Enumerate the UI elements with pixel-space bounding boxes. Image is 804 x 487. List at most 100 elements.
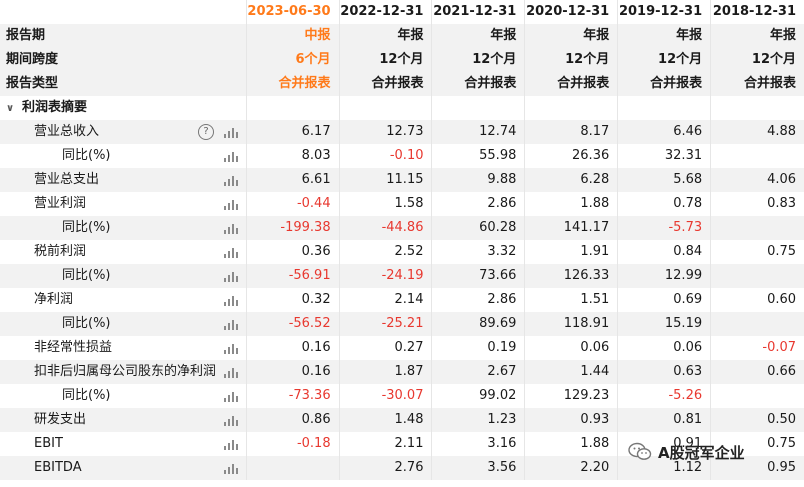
- value-cell: -73.36: [245, 384, 339, 408]
- section-label[interactable]: ∨ 利润表摘要: [0, 96, 246, 120]
- period-date[interactable]: 2023-06-30: [245, 0, 339, 24]
- value-cell: 12.74: [431, 120, 524, 144]
- row-label-text: 同比(%): [62, 148, 111, 163]
- header-value: 年报: [524, 24, 617, 48]
- period-date[interactable]: 2020-12-31: [524, 0, 617, 24]
- table-row: 同比(%) -56.52 -25.21 89.69 118.91 15.19: [0, 312, 804, 336]
- value-cell: 12.99: [617, 264, 710, 288]
- value-cell: 11.15: [338, 168, 432, 192]
- value-cell: 3.16: [431, 432, 524, 456]
- value-cell: -30.07: [338, 384, 432, 408]
- value-cell: 8.03: [245, 144, 339, 168]
- table-row: 营业总支出 6.61 11.15 9.88 6.28 5.68 4.06: [0, 168, 804, 192]
- value-cell: 99.02: [431, 384, 524, 408]
- value-cell: 0.50: [710, 408, 804, 432]
- chart-bars-icon[interactable]: [224, 295, 238, 306]
- value-cell: -24.19: [338, 264, 432, 288]
- header-value: 年报: [710, 24, 804, 48]
- header-corner: [0, 0, 246, 24]
- value-cell: [710, 216, 804, 240]
- value-cell: -56.52: [245, 312, 339, 336]
- section-row[interactable]: ∨ 利润表摘要: [0, 96, 804, 120]
- header-row: 报告类型 合并报表 合并报表 合并报表 合并报表 合并报表 合并报表: [0, 72, 804, 96]
- chart-bars-icon[interactable]: [224, 247, 238, 258]
- value-cell: 6.17: [245, 120, 339, 144]
- value-cell: 73.66: [431, 264, 524, 288]
- header-value: 合并报表: [617, 72, 710, 96]
- value-cell: -56.91: [245, 264, 339, 288]
- table-row: 同比(%) -199.38 -44.86 60.28 141.17 -5.73: [0, 216, 804, 240]
- value-cell: 0.06: [524, 336, 617, 360]
- value-cell: 0.69: [617, 288, 710, 312]
- period-date[interactable]: 2022-12-31: [338, 0, 432, 24]
- period-date[interactable]: 2021-12-31: [431, 0, 524, 24]
- chart-bars-icon[interactable]: [224, 319, 238, 330]
- chart-bars-icon[interactable]: [224, 391, 238, 402]
- value-cell: 2.52: [338, 240, 432, 264]
- value-cell: -25.21: [338, 312, 432, 336]
- value-cell: 4.06: [710, 168, 804, 192]
- chart-bars-icon[interactable]: [224, 199, 238, 210]
- chart-bars-icon[interactable]: [224, 463, 238, 474]
- help-icon[interactable]: ?: [198, 124, 214, 140]
- value-cell: 1.88: [524, 432, 617, 456]
- table-row: 非经常性损益 0.16 0.27 0.19 0.06 0.06 -0.07: [0, 336, 804, 360]
- period-date[interactable]: 2019-12-31: [617, 0, 710, 24]
- row-label-text: EBIT: [34, 436, 63, 451]
- header-value: 合并报表: [524, 72, 617, 96]
- chart-bars-icon[interactable]: [224, 175, 238, 186]
- chart-bars-icon[interactable]: [224, 343, 238, 354]
- value-cell: 55.98: [431, 144, 524, 168]
- value-cell: -0.18: [245, 432, 339, 456]
- value-cell: 26.36: [524, 144, 617, 168]
- chart-bars-icon[interactable]: [224, 415, 238, 426]
- header-value: 12个月: [524, 48, 617, 72]
- row-label: 同比(%): [0, 264, 246, 288]
- header-value: 合并报表: [710, 72, 804, 96]
- chart-bars-icon[interactable]: [224, 223, 238, 234]
- value-cell: 89.69: [431, 312, 524, 336]
- table-row: 营业利润 -0.44 1.58 2.86 1.88 0.78 0.83: [0, 192, 804, 216]
- value-cell: 126.33: [524, 264, 617, 288]
- value-cell: 32.31: [617, 144, 710, 168]
- empty-cell: [524, 96, 617, 120]
- value-cell: 0.32: [245, 288, 339, 312]
- row-label-text: EBITDA: [34, 460, 82, 475]
- row-label-text: 同比(%): [62, 388, 111, 403]
- value-cell: 12.73: [338, 120, 432, 144]
- row-label-text: 同比(%): [62, 220, 111, 235]
- value-cell: 0.93: [524, 408, 617, 432]
- chart-bars-icon[interactable]: [224, 439, 238, 450]
- value-cell: 0.81: [617, 408, 710, 432]
- empty-cell: [617, 96, 710, 120]
- value-cell: 8.17: [524, 120, 617, 144]
- value-cell: -5.26: [617, 384, 710, 408]
- value-cell: 0.60: [710, 288, 804, 312]
- table-row: 研发支出 0.86 1.48 1.23 0.93 0.81 0.50: [0, 408, 804, 432]
- row-label: 同比(%): [0, 216, 246, 240]
- header-value: 6个月: [245, 48, 339, 72]
- table-row: 净利润 0.32 2.14 2.86 1.51 0.69 0.60: [0, 288, 804, 312]
- header-label: 报告类型: [6, 76, 59, 91]
- chart-bars-icon[interactable]: [224, 367, 238, 378]
- value-cell: 1.87: [338, 360, 432, 384]
- value-cell: 6.46: [617, 120, 710, 144]
- chevron-down-icon[interactable]: ∨: [6, 97, 18, 120]
- value-cell: 2.86: [431, 192, 524, 216]
- row-label: EBITDA: [0, 456, 246, 480]
- financial-summary-table: 2023-06-30 2022-12-31 2021-12-31 2020-12-31…: [0, 0, 804, 480]
- header-value: 12个月: [710, 48, 804, 72]
- header-row: 报告期 中报 年报 年报 年报 年报 年报: [0, 24, 804, 48]
- value-cell: 0.19: [431, 336, 524, 360]
- chart-bars-icon[interactable]: [224, 151, 238, 162]
- header-value: 合并报表: [431, 72, 524, 96]
- header-value: 合并报表: [338, 72, 432, 96]
- chart-bars-icon[interactable]: [224, 271, 238, 282]
- header-value: 年报: [617, 24, 710, 48]
- value-cell: 0.84: [617, 240, 710, 264]
- empty-cell: [710, 96, 804, 120]
- row-label: 非经常性损益: [0, 336, 246, 360]
- value-cell: 0.06: [617, 336, 710, 360]
- period-date[interactable]: 2018-12-31: [710, 0, 804, 24]
- chart-bars-icon[interactable]: [224, 127, 238, 138]
